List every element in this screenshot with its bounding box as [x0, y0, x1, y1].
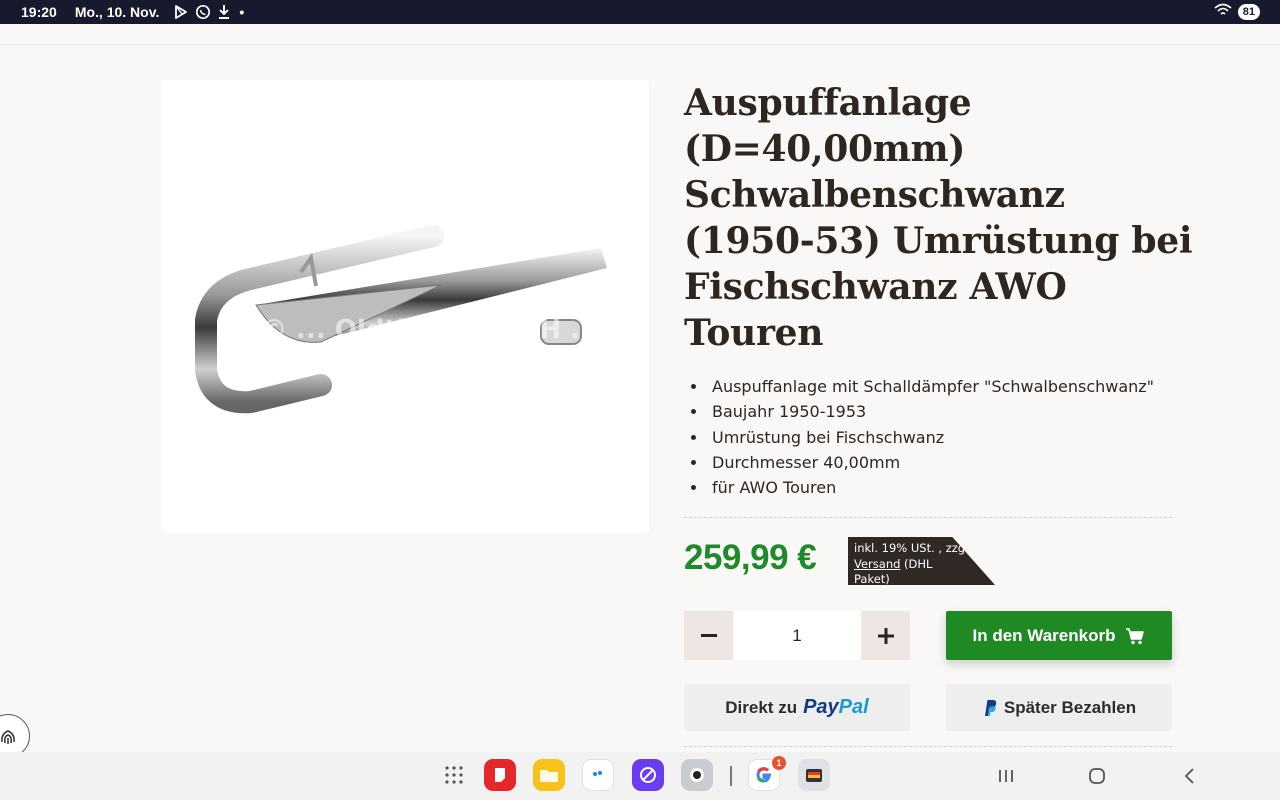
quantity-decrease-button[interactable] [684, 611, 733, 660]
quantity-increase-button[interactable] [861, 611, 910, 660]
more-notifications-dot: • [239, 4, 245, 20]
add-to-cart-label: In den Warenkorb [972, 625, 1116, 645]
header-divider [0, 44, 1280, 45]
product-title: Auspuffanlage (D=40,00mm) Schwalbenschwa… [684, 82, 1193, 354]
pay-later-button[interactable]: Später Bezahlen [946, 684, 1172, 731]
play-store-icon [173, 4, 189, 20]
divider [684, 746, 1172, 747]
status-time: 19:20 [21, 4, 57, 20]
cloud-app-icon[interactable] [582, 759, 614, 791]
dock-separator [730, 766, 732, 786]
home-button[interactable] [1083, 762, 1111, 790]
tax-note-shipping: (DHL [900, 556, 933, 571]
product-image[interactable]: © ... Oldtimer GmbH ... [161, 80, 649, 533]
add-to-cart-button[interactable]: In den Warenkorb [946, 611, 1172, 660]
paypal-logo: PayPal [803, 696, 869, 718]
paypal-checkout-button[interactable]: Direkt zu PayPal [684, 684, 910, 731]
tax-note-package: Paket) [854, 572, 890, 585]
fingerprint-icon [1, 730, 15, 744]
camera-app-icon[interactable] [681, 759, 713, 791]
image-watermark: © ... Oldtimer GmbH ... [261, 315, 600, 345]
status-date: Mo., 10. Nov. [74, 4, 160, 20]
shipping-link[interactable]: Versand [854, 557, 900, 571]
product-price: 259,99 € [684, 538, 817, 577]
back-icon [1184, 768, 1194, 784]
paypal-icon [984, 699, 997, 716]
list-item: Baujahr 1950-1953 [708, 399, 1154, 424]
list-item: Auspuffanlage mit Schalldämpfer "Schwalb… [708, 374, 1154, 399]
apps-grid-icon[interactable] [438, 759, 470, 791]
divider [684, 517, 1172, 518]
whatsapp-icon [195, 4, 211, 20]
wifi-icon [1214, 3, 1232, 20]
status-bar: 19:20 Mo., 10. Nov. • 81 [0, 0, 1280, 24]
recent-apps-icon [999, 770, 1013, 782]
paypal-prefix: Direkt zu [725, 697, 798, 717]
red-app-icon[interactable] [484, 759, 516, 791]
browser-app-icon[interactable] [632, 759, 664, 791]
tax-note-text: inkl. 19% USt. , zzgl. [854, 541, 972, 555]
pay-later-label: Später Bezahlen [1003, 697, 1137, 717]
list-item: für AWO Touren [708, 475, 1154, 500]
feature-list: Auspuffanlage mit Schalldämpfer "Schwalb… [708, 374, 1154, 500]
plus-icon [877, 627, 894, 644]
back-button[interactable] [1176, 762, 1204, 790]
exhaust-system-picture: © ... Oldtimer GmbH ... [195, 225, 607, 414]
tax-note-badge: inkl. 19% USt. , zzgl. Versand (DHL Pake… [848, 537, 995, 585]
files-app-icon[interactable] [533, 759, 565, 791]
list-item: Umrüstung bei Fischschwanz [708, 425, 1154, 450]
wallet-app-icon[interactable] [798, 759, 830, 791]
notification-badge: 1 [772, 756, 786, 770]
recent-apps-button[interactable] [992, 762, 1020, 790]
quantity-input[interactable] [733, 611, 861, 660]
minus-icon [700, 633, 717, 637]
download-icon [217, 4, 231, 20]
battery-indicator: 81 [1237, 3, 1260, 20]
list-item: Durchmesser 40,00mm [708, 450, 1154, 475]
home-icon [1089, 768, 1105, 784]
shopping-cart-icon [1126, 627, 1145, 644]
